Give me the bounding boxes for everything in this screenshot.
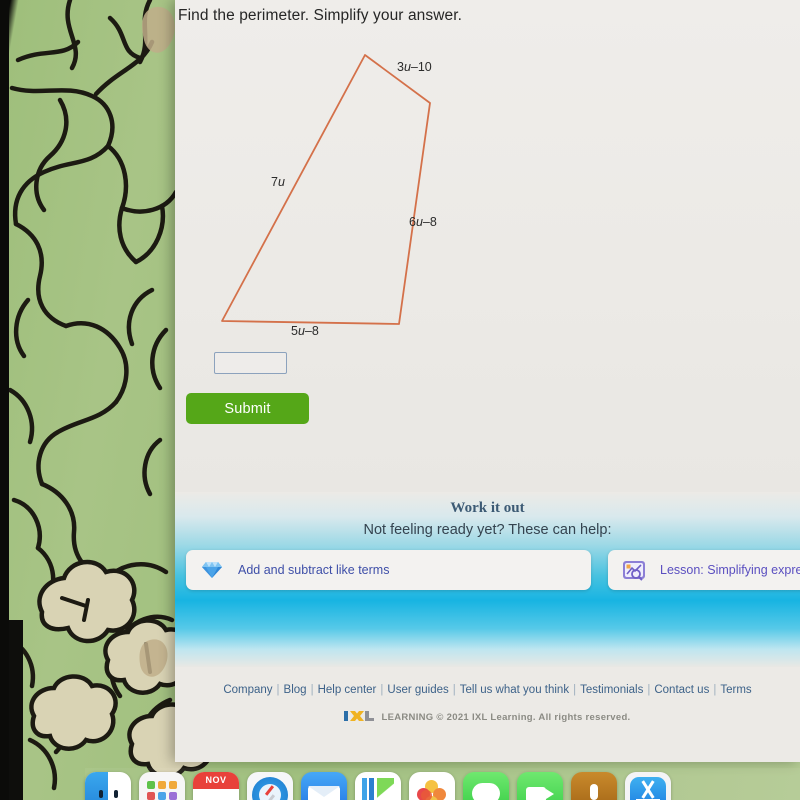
figure-label-left: 7u — [271, 175, 285, 189]
dock-icon-messages[interactable] — [463, 772, 509, 800]
footer-link-separator: | — [380, 684, 384, 696]
footer-link-separator: | — [647, 684, 651, 696]
dock-icon-launchpad[interactable] — [139, 772, 185, 800]
dock-icon-safari[interactable] — [247, 772, 293, 800]
figure-label-right: 6u–8 — [409, 215, 437, 229]
page-footer: Company | Blog | Help center | User guides | Tel… — [175, 667, 800, 762]
dock-icon-facetime[interactable] — [517, 772, 563, 800]
footer-link-testimonials[interactable]: Testimonials — [580, 684, 643, 696]
work-it-out-title: Work it out — [450, 500, 525, 516]
help-card-lesson[interactable]: Lesson: Simplifying expre — [608, 550, 800, 590]
footer-links: Company | Blog | Help center | User guides | Tel… — [175, 684, 800, 696]
dock-icon-podcasts[interactable] — [571, 772, 617, 800]
footer-link-user-guides[interactable]: User guides — [387, 684, 448, 696]
dock: NOV — [85, 772, 800, 800]
footer-link-separator: | — [276, 684, 280, 696]
dock-icon-finder[interactable] — [85, 772, 131, 800]
footer-link-separator: | — [713, 684, 717, 696]
figure-label-bottom: 5u–8 — [291, 324, 319, 338]
work-it-out-subtitle: Not feeling ready yet? These can help: — [363, 522, 612, 538]
screen-bezel-left-lower — [9, 620, 23, 800]
work-it-out-section: Work it out Not feeling ready yet? These… — [175, 492, 800, 667]
answer-input[interactable] — [214, 352, 287, 374]
footer-link-contact-us[interactable]: Contact us — [654, 684, 709, 696]
dock-icon-calendar[interactable]: NOV — [193, 772, 239, 800]
dock-icon-app-store[interactable] — [625, 772, 671, 800]
figure-label-top-right: 3u–10 — [397, 60, 432, 74]
footer-link-blog[interactable]: Blog — [284, 684, 307, 696]
help-card-lesson-label: Lesson: Simplifying expre — [660, 563, 800, 577]
lesson-content-panel: Find the perimeter. Simplify your answer… — [175, 0, 800, 762]
screen-bezel-left — [0, 0, 9, 800]
footer-link-tell-us-what-you-think[interactable]: Tell us what you think — [460, 684, 569, 696]
footer-link-separator: | — [573, 684, 577, 696]
copyright-text: LEARNING © 2021 IXL Learning. All rights… — [381, 712, 631, 723]
diamond-icon — [200, 558, 224, 582]
ixl-logo-icon — [344, 711, 378, 724]
question-prompt: Find the perimeter. Simplify your answer… — [178, 7, 463, 24]
footer-link-separator: | — [452, 684, 456, 696]
quadrilateral-shape-icon — [221, 54, 431, 325]
dock-icon-numbers[interactable] — [355, 772, 401, 800]
footer-link-separator: | — [310, 684, 314, 696]
footer-link-help-center[interactable]: Help center — [318, 684, 377, 696]
footer-link-company[interactable]: Company — [223, 684, 272, 696]
screen: Find the perimeter. Simplify your answer… — [0, 0, 800, 800]
footer-copyright: LEARNING © 2021 IXL Learning. All rights… — [175, 711, 800, 724]
dock-icon-mail[interactable] — [301, 772, 347, 800]
submit-button[interactable]: Submit — [186, 393, 309, 424]
help-card-practice[interactable]: Add and subtract like terms — [186, 550, 591, 590]
video-lesson-icon — [622, 558, 646, 582]
footer-link-terms[interactable]: Terms — [720, 684, 751, 696]
help-card-practice-label: Add and subtract like terms — [238, 563, 390, 577]
polygon-figure: 3u–10 7u 6u–8 5u–8 — [175, 36, 800, 346]
dock-icon-photos[interactable] — [409, 772, 455, 800]
